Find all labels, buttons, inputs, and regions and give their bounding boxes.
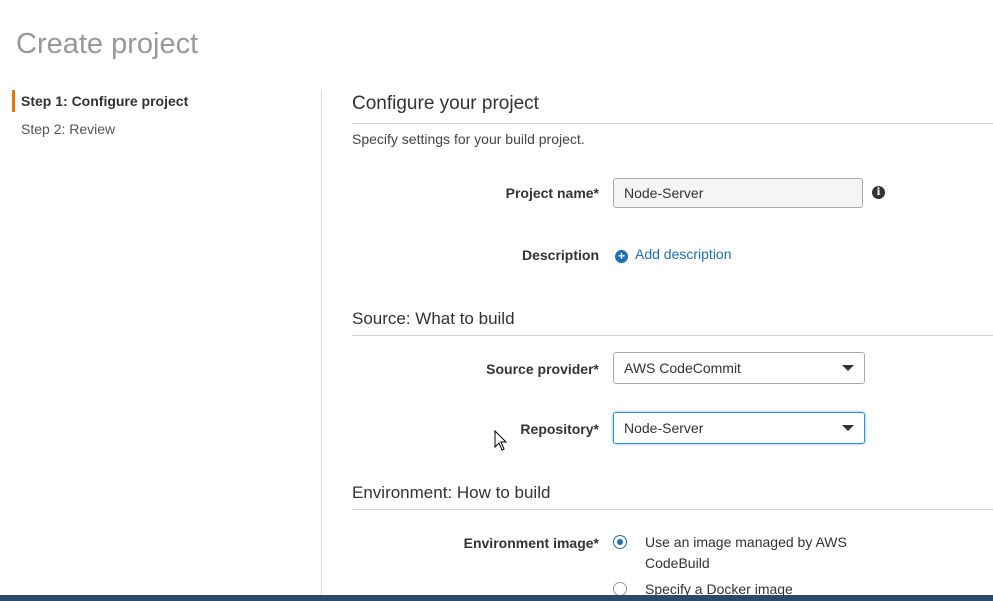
project-name-input[interactable] <box>613 178 863 208</box>
description-label: Description <box>521 247 599 263</box>
managed-image-radio-label[interactable]: Use an image managed by AWS CodeBuild <box>645 532 865 574</box>
environment-image-label: Environment image* <box>463 535 599 551</box>
configure-section-divider <box>352 123 993 124</box>
step-sidebar: Step 1: Configure project Step 2: Review <box>12 90 312 146</box>
environment-section-title: Environment: How to build <box>352 483 551 502</box>
source-provider-label: Source provider* <box>486 361 599 377</box>
managed-image-radio[interactable] <box>613 535 627 549</box>
plus-circle-icon: + <box>615 250 628 263</box>
create-project-page: Create project Step 1: Configure project… <box>0 0 993 601</box>
source-provider-select[interactable]: AWS CodeCommit <box>613 352 865 384</box>
docker-image-radio[interactable] <box>613 582 627 596</box>
configure-section-subtitle: Specify settings for your build project. <box>352 131 585 147</box>
source-provider-value: AWS CodeCommit <box>624 360 741 376</box>
info-icon[interactable]: i <box>872 186 885 199</box>
repository-select[interactable]: Node-Server <box>613 412 865 444</box>
repository-value: Node-Server <box>624 420 704 436</box>
mouse-pointer-icon <box>494 430 508 451</box>
configure-section-title: Configure your project <box>352 93 539 114</box>
page-title: Create project <box>16 28 199 60</box>
bottom-bar <box>0 595 993 601</box>
repository-label: Repository* <box>520 421 599 437</box>
project-name-label: Project name* <box>505 185 599 201</box>
sidebar-step-review[interactable]: Step 2: Review <box>12 118 312 140</box>
chevron-down-icon <box>842 365 854 371</box>
add-description-link[interactable]: + Add description <box>615 246 732 263</box>
source-section-title: Source: What to build <box>352 309 515 328</box>
sidebar-step-configure[interactable]: Step 1: Configure project <box>12 90 312 112</box>
source-section-divider <box>352 335 993 336</box>
chevron-down-icon <box>842 425 854 431</box>
environment-section-divider <box>352 509 993 510</box>
sidebar-divider <box>321 90 322 601</box>
add-description-label: Add description <box>635 246 732 262</box>
